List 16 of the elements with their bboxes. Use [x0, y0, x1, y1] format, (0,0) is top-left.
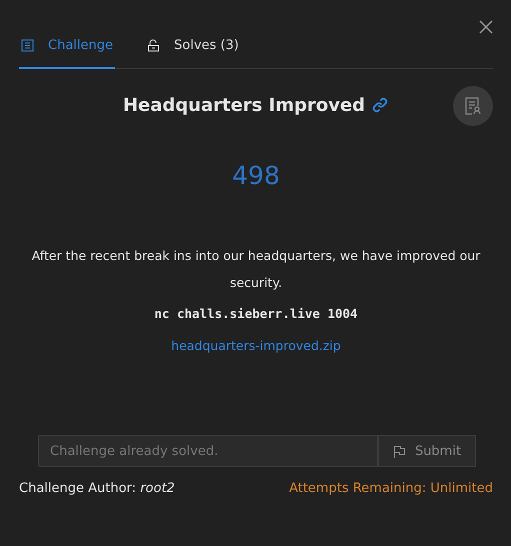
file-link[interactable]: headquarters-improved.zip — [171, 338, 341, 353]
link-icon[interactable] — [371, 96, 390, 114]
document-button[interactable] — [453, 86, 493, 126]
command-text: nc challs.sieberr.live 1004 — [154, 306, 358, 321]
lock-icon — [147, 39, 160, 52]
description: After the recent break ins into our headquarters, we have improved our security. — [30, 247, 482, 292]
tab[interactable]: Solves (3) — [145, 28, 241, 69]
author-text: Challenge Author: root2 — [19, 481, 175, 496]
tab[interactable]: Challenge — [19, 28, 115, 69]
challenge-title: Headquarters Improved — [122, 94, 366, 116]
document-icon — [465, 97, 481, 115]
points-value: 498 — [232, 161, 280, 190]
flag-icon — [392, 444, 406, 458]
list-icon — [21, 39, 34, 52]
attempts-text: Attempts Remaining: Unlimited — [289, 481, 493, 496]
close-icon[interactable] — [479, 20, 493, 34]
